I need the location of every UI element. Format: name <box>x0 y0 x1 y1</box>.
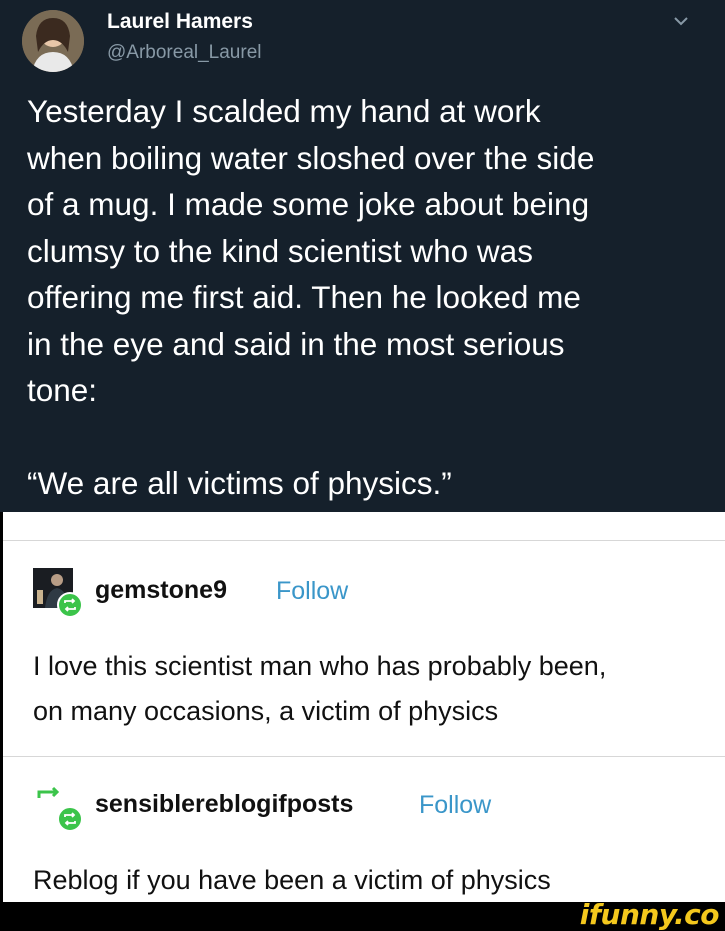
ifunny-watermark: ifunny.co <box>579 898 720 931</box>
divider <box>3 756 725 757</box>
post-body: I love this scientist man who has probab… <box>33 644 703 734</box>
tweet-card: Laurel Hamers @Arboreal_Laurel Yesterday… <box>0 0 725 512</box>
post-header: sensiblereblogifposts Follow <box>33 782 553 832</box>
follow-button[interactable]: Follow <box>276 577 348 606</box>
bottom-bar: ifunny.co <box>0 898 725 931</box>
tweet-text: Yesterday I scalded my hand at work when… <box>27 93 595 408</box>
author-name[interactable]: Laurel Hamers <box>107 10 253 34</box>
post-text: I love this scientist man who has probab… <box>33 651 607 726</box>
reblog-icon <box>57 806 83 832</box>
blog-name[interactable]: gemstone9 <box>95 576 227 605</box>
blog-name[interactable]: sensiblereblogifposts <box>95 790 353 819</box>
tweet-quote: “We are all victims of physics.” <box>27 464 452 501</box>
user-avatar-icon <box>22 10 84 72</box>
tweet-body: Yesterday I scalded my hand at work when… <box>27 88 697 506</box>
author-handle[interactable]: @Arboreal_Laurel <box>107 42 262 64</box>
post-text: Reblog if you have been a victim of phys… <box>33 865 551 895</box>
post-body: Reblog if you have been a victim of phys… <box>33 858 703 903</box>
reblog-icon <box>57 592 83 618</box>
divider <box>3 540 725 541</box>
chevron-down-icon[interactable] <box>670 10 692 32</box>
follow-button[interactable]: Follow <box>419 791 491 820</box>
tumblr-thread: gemstone9 Follow I love this scientist m… <box>0 512 725 902</box>
author-avatar[interactable] <box>22 10 84 72</box>
post-header: gemstone9 Follow <box>33 568 433 618</box>
